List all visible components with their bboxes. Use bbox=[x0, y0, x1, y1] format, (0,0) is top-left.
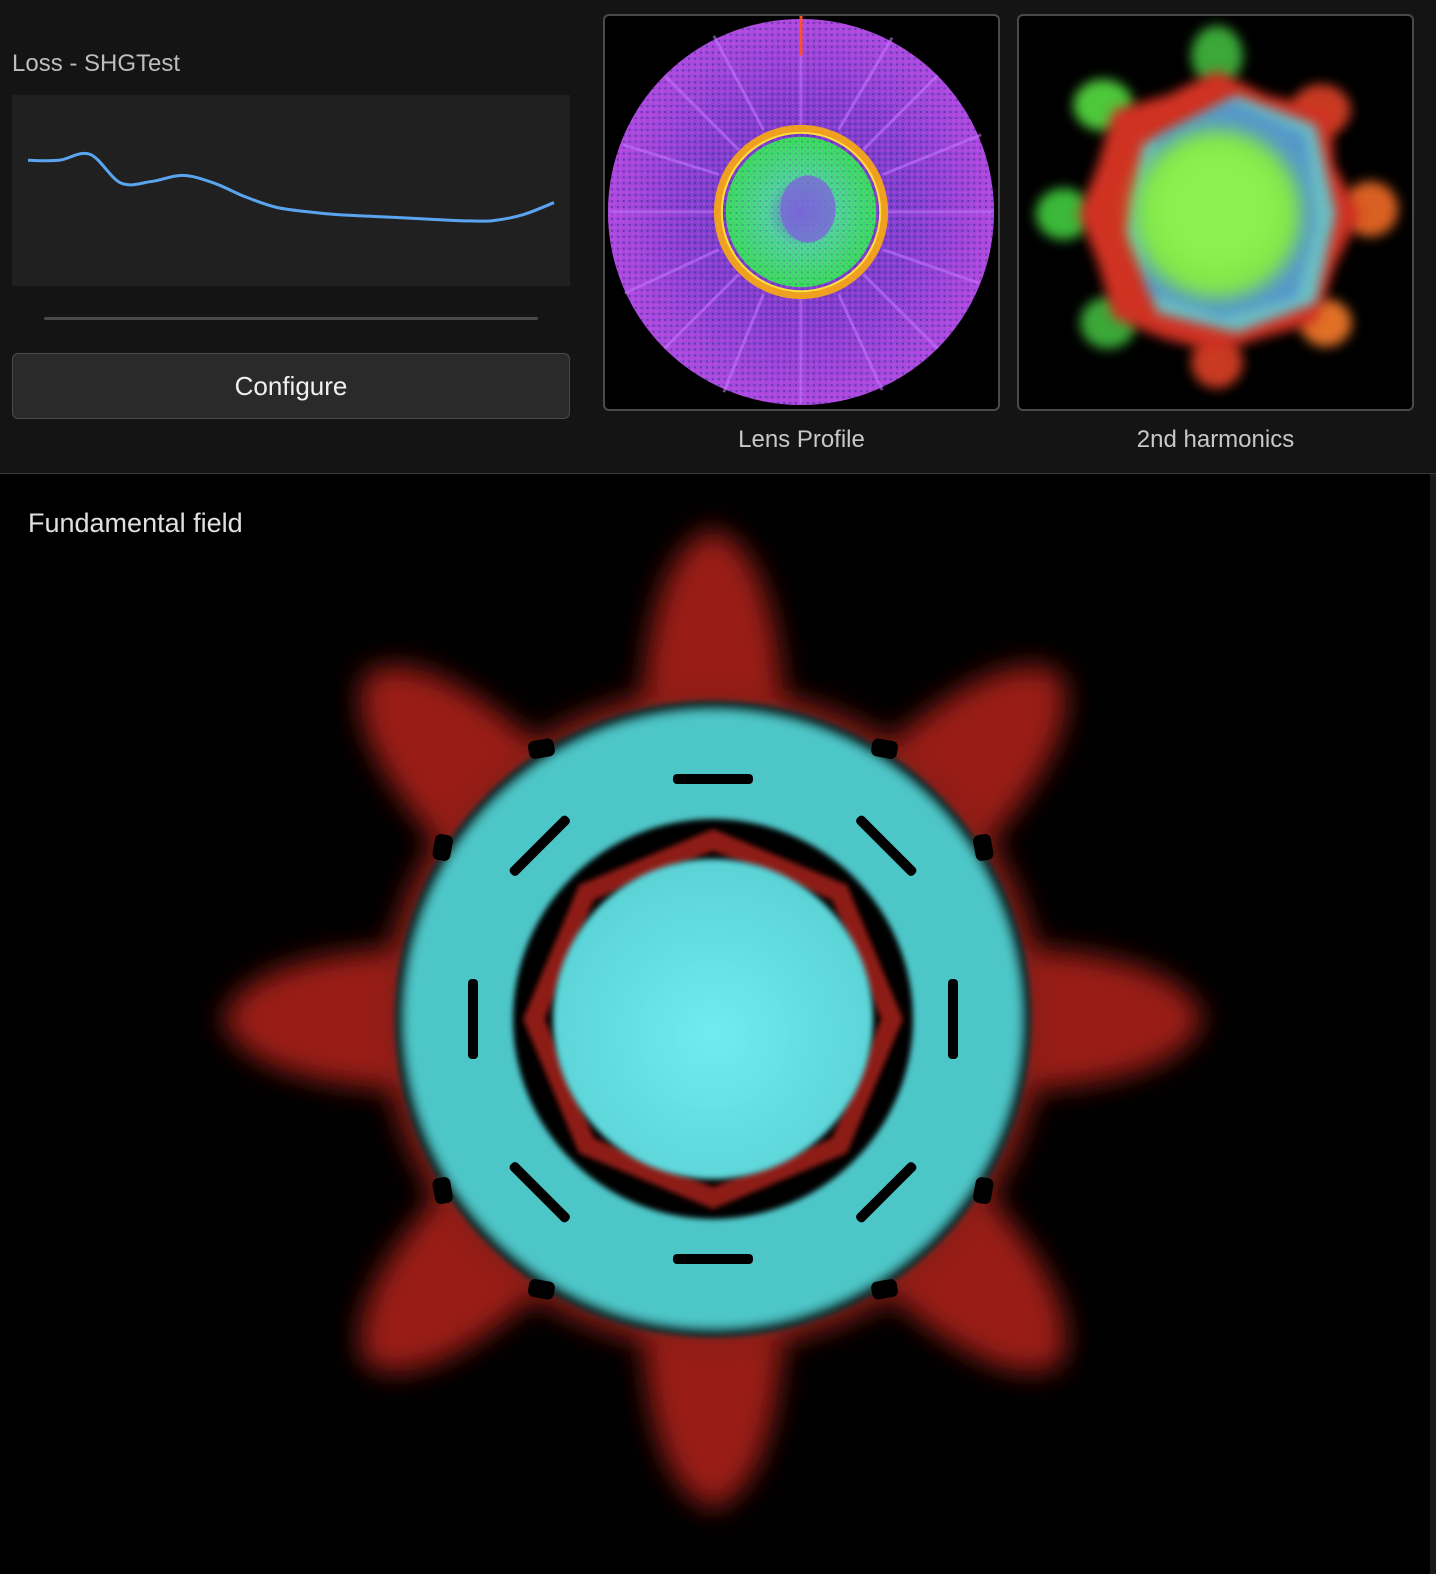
fundamental-field-visual bbox=[223, 529, 1203, 1509]
iteration-slider[interactable] bbox=[44, 317, 538, 320]
top-panel: Loss - SHGTest Configure Lens Profile 2n… bbox=[0, 0, 1436, 474]
fundamental-field-panel: Fundamental field bbox=[0, 474, 1436, 1574]
lens-profile-caption: Lens Profile bbox=[738, 426, 865, 453]
second-harmonics-image bbox=[1017, 14, 1414, 411]
scrollbar-edge bbox=[1430, 474, 1436, 1574]
second-harmonics-visual bbox=[1035, 25, 1399, 389]
fundamental-field-title: Fundamental field bbox=[28, 508, 243, 538]
configure-button[interactable]: Configure bbox=[12, 353, 570, 419]
loss-chart bbox=[12, 95, 570, 286]
lens-profile-image bbox=[603, 14, 1000, 411]
loss-series-line bbox=[27, 151, 555, 223]
loss-chart-svg bbox=[27, 151, 555, 223]
lens-profile-visual bbox=[607, 16, 995, 406]
loss-chart-title: Loss - SHGTest bbox=[12, 50, 181, 77]
second-harmonics-caption: 2nd harmonics bbox=[1136, 426, 1295, 453]
